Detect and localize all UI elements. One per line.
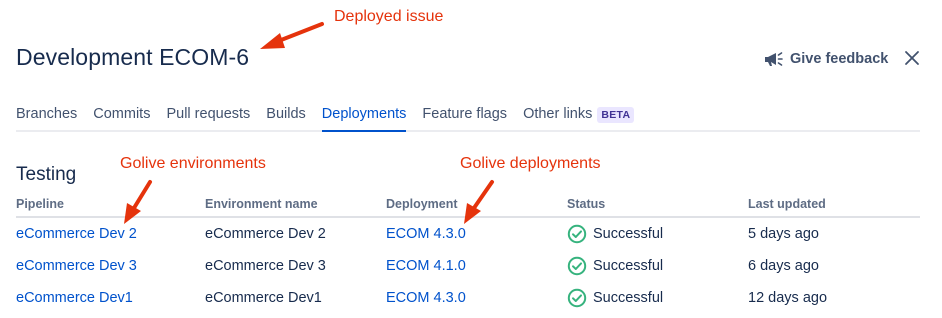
environment-name: eCommerce Dev 3	[205, 258, 326, 274]
check-circle-icon	[567, 256, 587, 276]
last-updated: 12 days ago	[748, 290, 828, 306]
annotation-golive-environments: Golive environments	[120, 155, 266, 172]
give-feedback-label: Give feedback	[790, 51, 889, 67]
tab-feature-flags[interactable]: Feature flags	[422, 100, 507, 129]
status-text: Successful	[593, 226, 664, 242]
column-header-last-updated: Last updated	[748, 197, 826, 211]
pipeline-link[interactable]: eCommerce Dev 3	[16, 258, 137, 274]
deployment-link[interactable]: ECOM 4.1.0	[386, 258, 466, 274]
table-header: Pipeline Environment name Deployment Sta…	[16, 196, 920, 218]
deployment-link[interactable]: ECOM 4.3.0	[386, 290, 466, 306]
table-row: eCommerce Dev 2 eCommerce Dev 2 ECOM 4.3…	[16, 218, 920, 250]
status-cell: Successful	[567, 256, 748, 276]
annotation-golive-deployments: Golive deployments	[460, 155, 601, 172]
tab-builds[interactable]: Builds	[266, 100, 306, 129]
megaphone-icon	[762, 49, 784, 69]
section-title: Testing	[16, 164, 77, 185]
close-icon	[902, 48, 922, 68]
environment-name: eCommerce Dev 2	[205, 226, 326, 242]
page-title: Development ECOM-6	[16, 44, 250, 70]
table-row: eCommerce Dev1 eCommerce Dev1 ECOM 4.3.0…	[16, 282, 920, 314]
last-updated: 6 days ago	[748, 258, 819, 274]
pipeline-link[interactable]: eCommerce Dev 2	[16, 226, 137, 242]
tab-bar: Branches Commits Pull requests Builds De…	[16, 100, 920, 132]
status-cell: Successful	[567, 288, 748, 308]
tab-branches[interactable]: Branches	[16, 100, 77, 129]
tab-commits[interactable]: Commits	[93, 100, 150, 129]
annotation-deployed-issue: Deployed issue	[334, 8, 444, 25]
last-updated: 5 days ago	[748, 226, 819, 242]
status-text: Successful	[593, 258, 664, 274]
column-header-environment: Environment name	[205, 197, 318, 211]
give-feedback-button[interactable]: Give feedback	[762, 47, 888, 71]
environment-name: eCommerce Dev1	[205, 290, 322, 306]
pipeline-link[interactable]: eCommerce Dev1	[16, 290, 133, 306]
column-header-deployment: Deployment	[386, 197, 458, 211]
check-circle-icon	[567, 224, 587, 244]
column-header-status: Status	[567, 197, 606, 211]
table-row: eCommerce Dev 3 eCommerce Dev 3 ECOM 4.1…	[16, 250, 920, 282]
tab-other-links-label: Other links	[523, 106, 593, 122]
annotation-arrow-deployed-issue	[260, 22, 324, 49]
close-button[interactable]	[902, 48, 922, 68]
status-text: Successful	[593, 290, 664, 306]
tab-other-links[interactable]: Other links BETA	[523, 100, 635, 129]
status-cell: Successful	[567, 224, 748, 244]
column-header-pipeline: Pipeline	[16, 197, 64, 211]
deployments-table: Pipeline Environment name Deployment Sta…	[16, 196, 920, 314]
deployment-link[interactable]: ECOM 4.3.0	[386, 226, 466, 242]
beta-badge: BETA	[597, 107, 635, 123]
tab-deployments[interactable]: Deployments	[321, 100, 406, 132]
tab-pull-requests[interactable]: Pull requests	[166, 100, 250, 129]
check-circle-icon	[567, 288, 587, 308]
